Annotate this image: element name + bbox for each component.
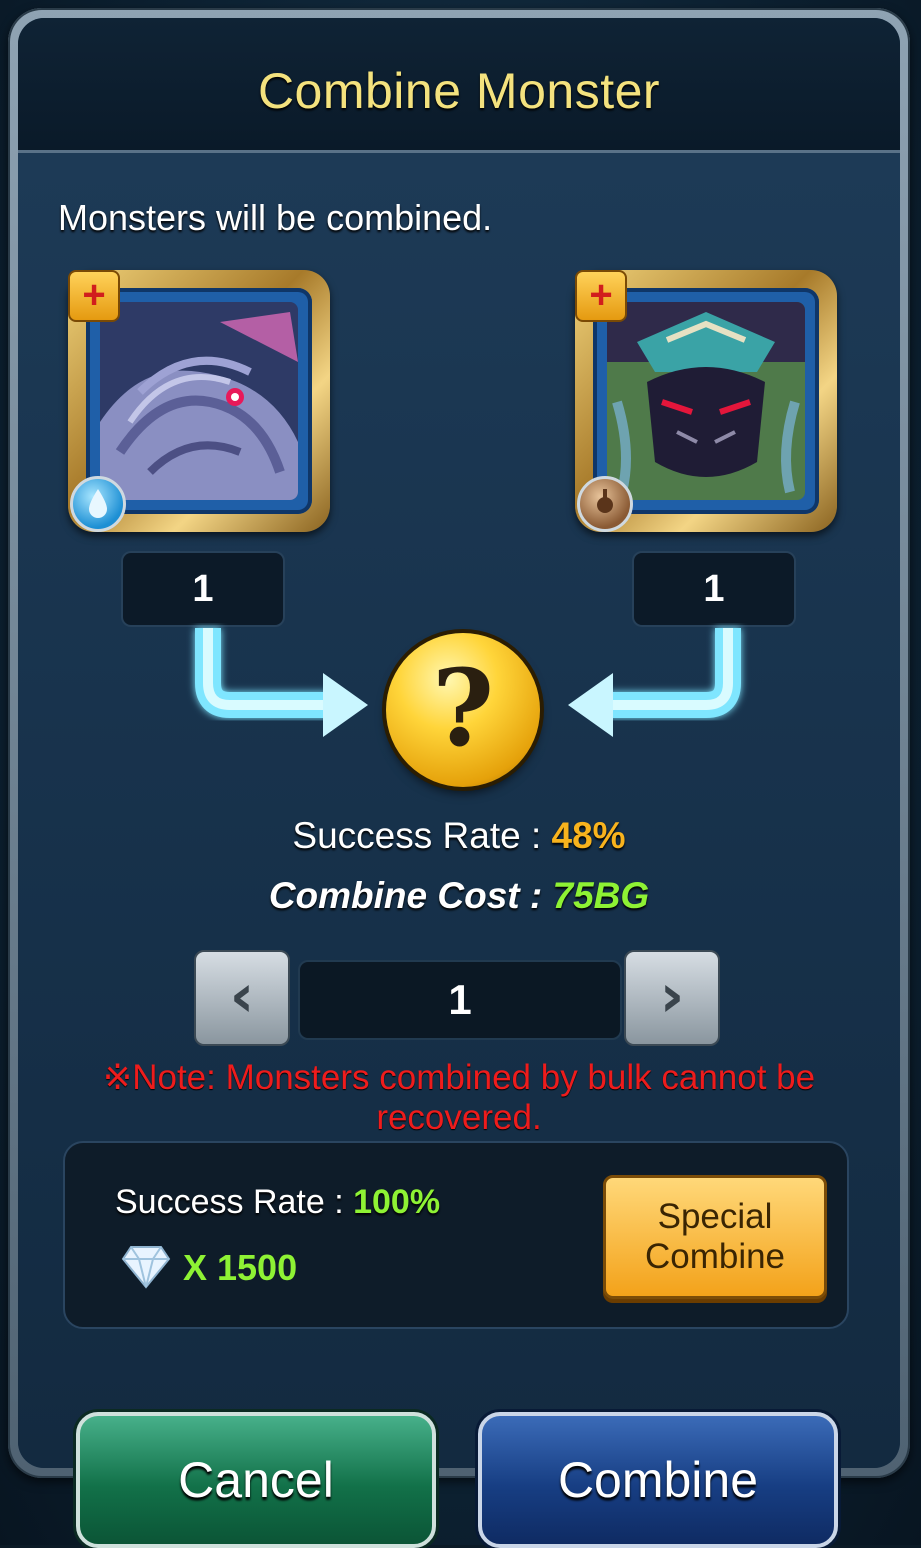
combine-monster-dialog: Combine Monster Monsters will be combine… xyxy=(8,8,910,1478)
combine-cost-value: 75BG xyxy=(552,875,650,916)
dialog-title: Combine Monster xyxy=(257,63,661,119)
monster-portrait-2 xyxy=(607,302,805,500)
monster-slot-2[interactable]: + xyxy=(575,270,837,532)
dialog-inner: Combine Monster Monsters will be combine… xyxy=(18,18,900,1468)
dark-monster-portrait xyxy=(100,302,298,500)
add-monster-2-icon[interactable]: + xyxy=(575,270,627,322)
success-rate-label: Success Rate : xyxy=(292,815,542,856)
add-monster-1-icon[interactable]: + xyxy=(68,270,120,322)
left-arrow-icon xyxy=(195,628,368,737)
combine-cost-label: Combine Cost : xyxy=(268,875,543,916)
monster-1-count: 1 xyxy=(121,551,285,627)
question-mark-icon: ? xyxy=(386,633,540,787)
monster-portrait-1 xyxy=(100,302,298,500)
bulk-note: ※Note: Monsters combined by bulk cannot … xyxy=(102,1058,816,1137)
diamond-gem-icon xyxy=(121,1246,171,1289)
chevron-right-icon[interactable]: › xyxy=(624,950,720,1046)
cancel-button[interactable]: Cancel xyxy=(76,1412,436,1548)
monster-slot-1[interactable]: + xyxy=(68,270,330,532)
quantity-value: 1 xyxy=(298,960,622,1040)
title-bar: Combine Monster xyxy=(18,18,900,153)
success-rate-line: Success Rate : 48% xyxy=(18,815,900,857)
dialog-body: Monsters will be combined. + 1 + 1 ? Suc… xyxy=(18,153,900,1468)
special-combine-button[interactable]: Special Combine xyxy=(603,1175,827,1299)
earth-bead-icon xyxy=(577,476,633,532)
success-rate-value: 48% xyxy=(551,815,626,856)
combine-cost-line: Combine Cost : 75BG xyxy=(18,875,900,917)
special-success-rate-label: Success Rate : xyxy=(115,1183,344,1221)
combine-message: Monsters will be combined. xyxy=(58,197,493,238)
water-drop-icon xyxy=(70,476,126,532)
special-cost-value: X 1500 xyxy=(183,1247,298,1288)
special-success-rate-value: 100% xyxy=(353,1183,441,1221)
monster-2-count: 1 xyxy=(632,551,796,627)
combine-button[interactable]: Combine xyxy=(478,1412,838,1548)
chevron-left-icon[interactable]: ‹ xyxy=(194,950,290,1046)
special-combine-label: Special Combine xyxy=(644,1197,786,1276)
special-success-rate-line: Success Rate : 100% xyxy=(115,1183,440,1222)
earth-monster-portrait xyxy=(607,302,805,500)
right-arrow-icon xyxy=(568,628,741,737)
special-combine-panel: Success Rate : 100% X 1500 Special Combi… xyxy=(63,1141,849,1329)
